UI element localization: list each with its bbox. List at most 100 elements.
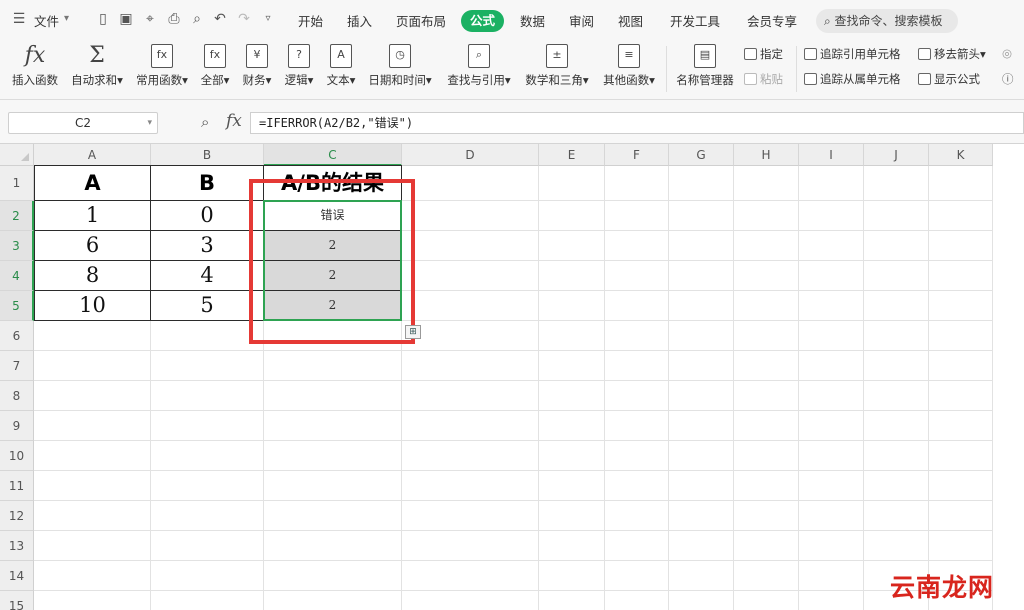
- cell-e13[interactable]: [539, 531, 605, 561]
- cell-j9[interactable]: [864, 411, 929, 441]
- column-header-h[interactable]: H: [734, 144, 799, 166]
- cell-a15[interactable]: [34, 591, 151, 610]
- name-box[interactable]: C2 ▾: [8, 112, 158, 134]
- cell-j3[interactable]: [864, 231, 929, 261]
- row-header-5[interactable]: 5: [0, 291, 34, 321]
- cell-f5[interactable]: [605, 291, 669, 321]
- cell-a9[interactable]: [34, 411, 151, 441]
- insert-function-button[interactable]: fx 插入函数: [6, 40, 64, 98]
- cell-a13[interactable]: [34, 531, 151, 561]
- cell-f11[interactable]: [605, 471, 669, 501]
- financial-button[interactable]: ¥ 财务▾: [238, 40, 276, 98]
- trace-dependents-button[interactable]: 追踪从属单元格: [804, 71, 901, 87]
- cell-i3[interactable]: [799, 231, 864, 261]
- file-menu[interactable]: 文件: [34, 11, 59, 30]
- cell-f7[interactable]: [605, 351, 669, 381]
- cell-a2[interactable]: 1: [34, 201, 151, 231]
- tab-insert[interactable]: 插入: [347, 11, 372, 30]
- cell-f6[interactable]: [605, 321, 669, 351]
- cell-f14[interactable]: [605, 561, 669, 591]
- cell-h7[interactable]: [734, 351, 799, 381]
- cell-k3[interactable]: [929, 231, 993, 261]
- undo-icon[interactable]: ↶: [211, 10, 229, 28]
- cell-k7[interactable]: [929, 351, 993, 381]
- cell-d7[interactable]: [402, 351, 539, 381]
- print-icon[interactable]: ⎙: [165, 10, 183, 28]
- cell-g6[interactable]: [669, 321, 734, 351]
- cell-k5[interactable]: [929, 291, 993, 321]
- cell-g11[interactable]: [669, 471, 734, 501]
- cell-k10[interactable]: [929, 441, 993, 471]
- hamburger-menu-icon[interactable]: ☰: [10, 10, 28, 28]
- cell-j5[interactable]: [864, 291, 929, 321]
- cell-a7[interactable]: [34, 351, 151, 381]
- column-header-k[interactable]: K: [929, 144, 993, 166]
- common-functions-button[interactable]: fx 常用函数▾: [132, 40, 192, 98]
- cell-b4[interactable]: 4: [151, 261, 264, 291]
- save-icon[interactable]: ▣: [117, 10, 135, 28]
- name-box-dropdown-icon[interactable]: ▾: [147, 113, 152, 133]
- cell-j6[interactable]: [864, 321, 929, 351]
- cell-a11[interactable]: [34, 471, 151, 501]
- column-header-b[interactable]: B: [151, 144, 264, 166]
- cell-b5[interactable]: 5: [151, 291, 264, 321]
- cell-c13[interactable]: [264, 531, 402, 561]
- row-header-15[interactable]: 15: [0, 591, 34, 610]
- cell-d13[interactable]: [402, 531, 539, 561]
- row-header-2[interactable]: 2: [0, 201, 34, 231]
- tab-review[interactable]: 审阅: [569, 11, 594, 30]
- cell-b8[interactable]: [151, 381, 264, 411]
- row-header-3[interactable]: 3: [0, 231, 34, 261]
- format-painter-icon[interactable]: ⌖: [141, 10, 159, 28]
- name-manager-button[interactable]: ▤ 名称管理器: [672, 40, 738, 98]
- cell-b6[interactable]: [151, 321, 264, 351]
- cell-j8[interactable]: [864, 381, 929, 411]
- cell-a6[interactable]: [34, 321, 151, 351]
- row-header-4[interactable]: 4: [0, 261, 34, 291]
- cell-g2[interactable]: [669, 201, 734, 231]
- formula-input[interactable]: =IFERROR(A2/B2,"错误"): [250, 112, 1024, 134]
- column-header-f[interactable]: F: [605, 144, 669, 166]
- cell-h3[interactable]: [734, 231, 799, 261]
- cell-g4[interactable]: [669, 261, 734, 291]
- cell-a12[interactable]: [34, 501, 151, 531]
- cell-h6[interactable]: [734, 321, 799, 351]
- row-header-9[interactable]: 9: [0, 411, 34, 441]
- cell-k4[interactable]: [929, 261, 993, 291]
- row-header-12[interactable]: 12: [0, 501, 34, 531]
- cell-f1[interactable]: [605, 166, 669, 201]
- cell-c3[interactable]: 2: [264, 231, 402, 261]
- cell-d15[interactable]: [402, 591, 539, 610]
- cell-i1[interactable]: [799, 166, 864, 201]
- cell-f4[interactable]: [605, 261, 669, 291]
- cell-k6[interactable]: [929, 321, 993, 351]
- cell-a1[interactable]: A: [34, 166, 151, 201]
- cell-e9[interactable]: [539, 411, 605, 441]
- redo-icon[interactable]: ↷: [235, 10, 253, 28]
- cell-a14[interactable]: [34, 561, 151, 591]
- cell-c2[interactable]: 错误: [264, 201, 402, 231]
- cell-a10[interactable]: [34, 441, 151, 471]
- cell-f15[interactable]: [605, 591, 669, 610]
- cell-i12[interactable]: [799, 501, 864, 531]
- cell-g1[interactable]: [669, 166, 734, 201]
- row-header-8[interactable]: 8: [0, 381, 34, 411]
- cell-e15[interactable]: [539, 591, 605, 610]
- cell-c14[interactable]: [264, 561, 402, 591]
- date-time-button[interactable]: ◷ 日期和时间▾: [364, 40, 436, 98]
- cell-h5[interactable]: [734, 291, 799, 321]
- cell-c12[interactable]: [264, 501, 402, 531]
- print-preview-icon[interactable]: ⌕: [188, 10, 206, 28]
- column-header-d[interactable]: D: [402, 144, 539, 166]
- text-functions-button[interactable]: A 文本▾: [322, 40, 360, 98]
- cell-b10[interactable]: [151, 441, 264, 471]
- row-header-14[interactable]: 14: [0, 561, 34, 591]
- cell-i15[interactable]: [799, 591, 864, 610]
- cell-g10[interactable]: [669, 441, 734, 471]
- cell-e6[interactable]: [539, 321, 605, 351]
- tab-data[interactable]: 数据: [520, 11, 545, 30]
- tab-member[interactable]: 会员专享: [747, 11, 797, 30]
- cell-g9[interactable]: [669, 411, 734, 441]
- cell-b2[interactable]: 0: [151, 201, 264, 231]
- cell-b3[interactable]: 3: [151, 231, 264, 261]
